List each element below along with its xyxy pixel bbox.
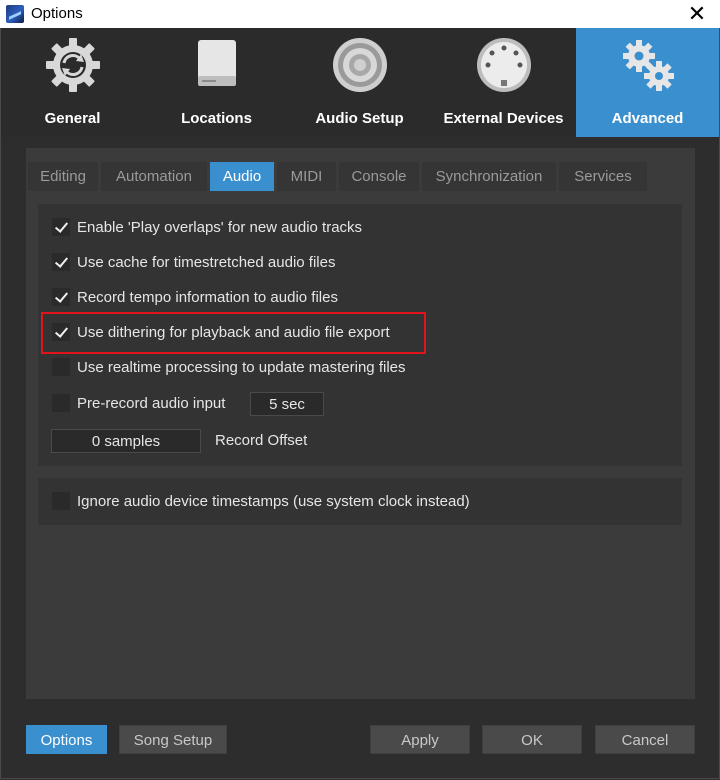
category-bar: General Locations Audio Setup External D… [1, 28, 719, 137]
tab-midi[interactable]: MIDI [277, 162, 336, 191]
apply-button[interactable]: Apply [370, 725, 470, 754]
option-prerecord: Pre-record audio input [38, 392, 678, 416]
tab-audio[interactable]: Audio [210, 162, 274, 191]
checkbox[interactable] [52, 218, 70, 236]
timestamps-group: Ignore audio device timestamps (use syst… [38, 478, 682, 525]
tab-automation[interactable]: Automation [101, 162, 207, 191]
hard-drive-icon [198, 40, 236, 86]
prerecord-time-field[interactable]: 5 sec [250, 392, 324, 416]
tab-editing[interactable]: Editing [28, 162, 98, 191]
category-label: Audio Setup [315, 110, 404, 127]
option-use-cache: Use cache for timestretched audio files [38, 251, 678, 275]
speaker-icon [333, 38, 387, 92]
options-button[interactable]: Options [26, 725, 107, 754]
category-general[interactable]: General [1, 28, 144, 137]
option-record-tempo: Record tempo information to audio files [38, 286, 678, 310]
option-realtime-processing: Use realtime processing to update master… [38, 356, 678, 380]
midi-connector-icon [477, 38, 531, 92]
record-offset-label: Record Offset [215, 432, 308, 449]
option-label: Pre-record audio input [77, 395, 226, 412]
tab-synchronization[interactable]: Synchronization [422, 162, 556, 191]
cancel-button[interactable]: Cancel [595, 725, 695, 754]
category-external-devices[interactable]: External Devices [432, 28, 575, 137]
option-label: Record tempo information to audio files [77, 289, 338, 306]
category-label: General [44, 110, 101, 127]
tab-services[interactable]: Services [559, 162, 647, 191]
category-audio-setup[interactable]: Audio Setup [288, 28, 431, 137]
category-label: External Devices [443, 110, 564, 127]
category-advanced[interactable]: Advanced [576, 28, 719, 137]
app-logo-icon [6, 5, 24, 23]
option-label: Use realtime processing to update master… [77, 359, 406, 376]
category-label: Locations [181, 110, 252, 127]
highlight-box [41, 312, 426, 354]
option-label: Enable 'Play overlaps' for new audio tra… [77, 219, 363, 236]
option-ignore-timestamps: Ignore audio device timestamps (use syst… [38, 490, 678, 514]
checkbox[interactable] [52, 492, 70, 510]
category-locations[interactable]: Locations [145, 28, 288, 137]
tab-console[interactable]: Console [339, 162, 419, 191]
checkbox[interactable] [52, 394, 70, 412]
close-icon[interactable]: ✕ [674, 0, 720, 28]
option-label: Use cache for timestretched audio files [77, 254, 336, 271]
checkbox[interactable] [52, 288, 70, 306]
gears-icon [623, 40, 674, 91]
checkbox[interactable] [52, 253, 70, 271]
category-label: Advanced [611, 110, 684, 127]
record-offset-label-row: Record Offset [176, 429, 376, 453]
option-play-overlaps: Enable 'Play overlaps' for new audio tra… [38, 216, 678, 240]
option-label: Ignore audio device timestamps (use syst… [77, 493, 470, 510]
gear-refresh-icon [46, 38, 100, 92]
checkbox[interactable] [52, 358, 70, 376]
song-setup-button[interactable]: Song Setup [119, 725, 227, 754]
window-title: Options [31, 5, 83, 22]
ok-button[interactable]: OK [482, 725, 582, 754]
title-bar: Options ✕ [0, 0, 720, 28]
